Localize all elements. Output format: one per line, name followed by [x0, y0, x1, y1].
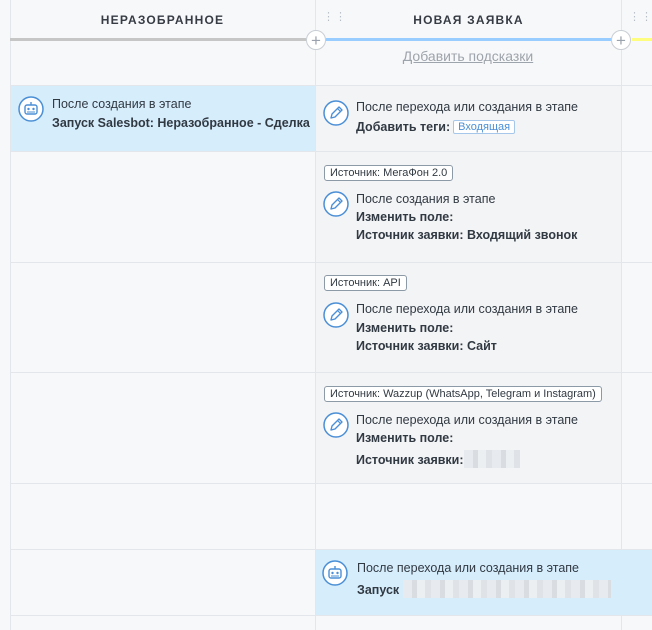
robot-icon	[18, 96, 44, 122]
redacted-value	[463, 450, 520, 468]
action-value-text: Источник заявки: Сайт	[356, 339, 497, 353]
stage-color-bar	[632, 38, 652, 41]
tag-chip: Входящая	[453, 120, 516, 134]
stage-color-bar	[326, 38, 612, 41]
add-stage-plus-icon[interactable]: +	[611, 30, 631, 50]
action-text: Запуск Salesbot: Неразобранное - Сделка	[52, 116, 310, 130]
action-value-label: Источник заявки:	[356, 453, 464, 467]
drag-handle-icon[interactable]: ⋮⋮	[629, 12, 652, 26]
trigger-text: После перехода или создания в этапе	[356, 100, 578, 114]
source-tag: Источник: API	[324, 275, 407, 291]
action-value-text: Источник заявки: Входящий звонок	[356, 228, 578, 242]
action-text: Изменить поле:	[356, 321, 454, 335]
column-title-new-request: НОВАЯ ЗАЯВКА	[413, 13, 524, 27]
action-text: Добавить теги: Входящая	[356, 120, 516, 134]
trigger-text: После создания в этапе	[356, 192, 496, 206]
action-text: Изменить поле:	[356, 431, 454, 445]
trigger-text: После создания в этапе	[52, 97, 192, 111]
stage-color-bar	[10, 38, 306, 41]
trigger-text: После перехода или создания в этапе	[356, 302, 578, 316]
column-title-unsorted: НЕРАЗОБРАННОЕ	[100, 13, 225, 27]
redacted-value	[402, 580, 611, 598]
action-label: Запуск	[357, 583, 400, 597]
action-text: Запуск	[357, 580, 611, 598]
pipeline-automation-board: НЕРАЗОБРАННОЕ НОВАЯ ЗАЯВКА ⋮⋮ ⋮⋮ + + Доб…	[0, 0, 652, 630]
add-stage-plus-icon[interactable]: +	[306, 30, 326, 50]
robot-icon	[322, 560, 348, 586]
column-divider	[621, 0, 622, 630]
drag-handle-icon[interactable]: ⋮⋮	[323, 12, 346, 26]
pencil-icon	[323, 302, 349, 328]
row-divider	[10, 615, 652, 616]
pencil-icon	[323, 412, 349, 438]
action-label: Добавить теги:	[356, 120, 451, 134]
source-tag: Источник: МегаФон 2.0	[324, 165, 454, 181]
pencil-icon	[323, 100, 349, 126]
action-text: Изменить поле:	[356, 210, 454, 224]
row-divider	[10, 483, 652, 484]
action-value-text: Источник заявки:	[356, 450, 520, 468]
pencil-icon	[323, 191, 349, 217]
add-hints-link[interactable]: Добавить подсказки	[316, 48, 620, 64]
trigger-text: После перехода или создания в этапе	[357, 561, 579, 575]
automation-cell[interactable]	[316, 86, 621, 151]
trigger-text: После перехода или создания в этапе	[356, 413, 578, 427]
source-tag: Источник: Wazzup (WhatsApp, Telegram и I…	[324, 386, 602, 402]
